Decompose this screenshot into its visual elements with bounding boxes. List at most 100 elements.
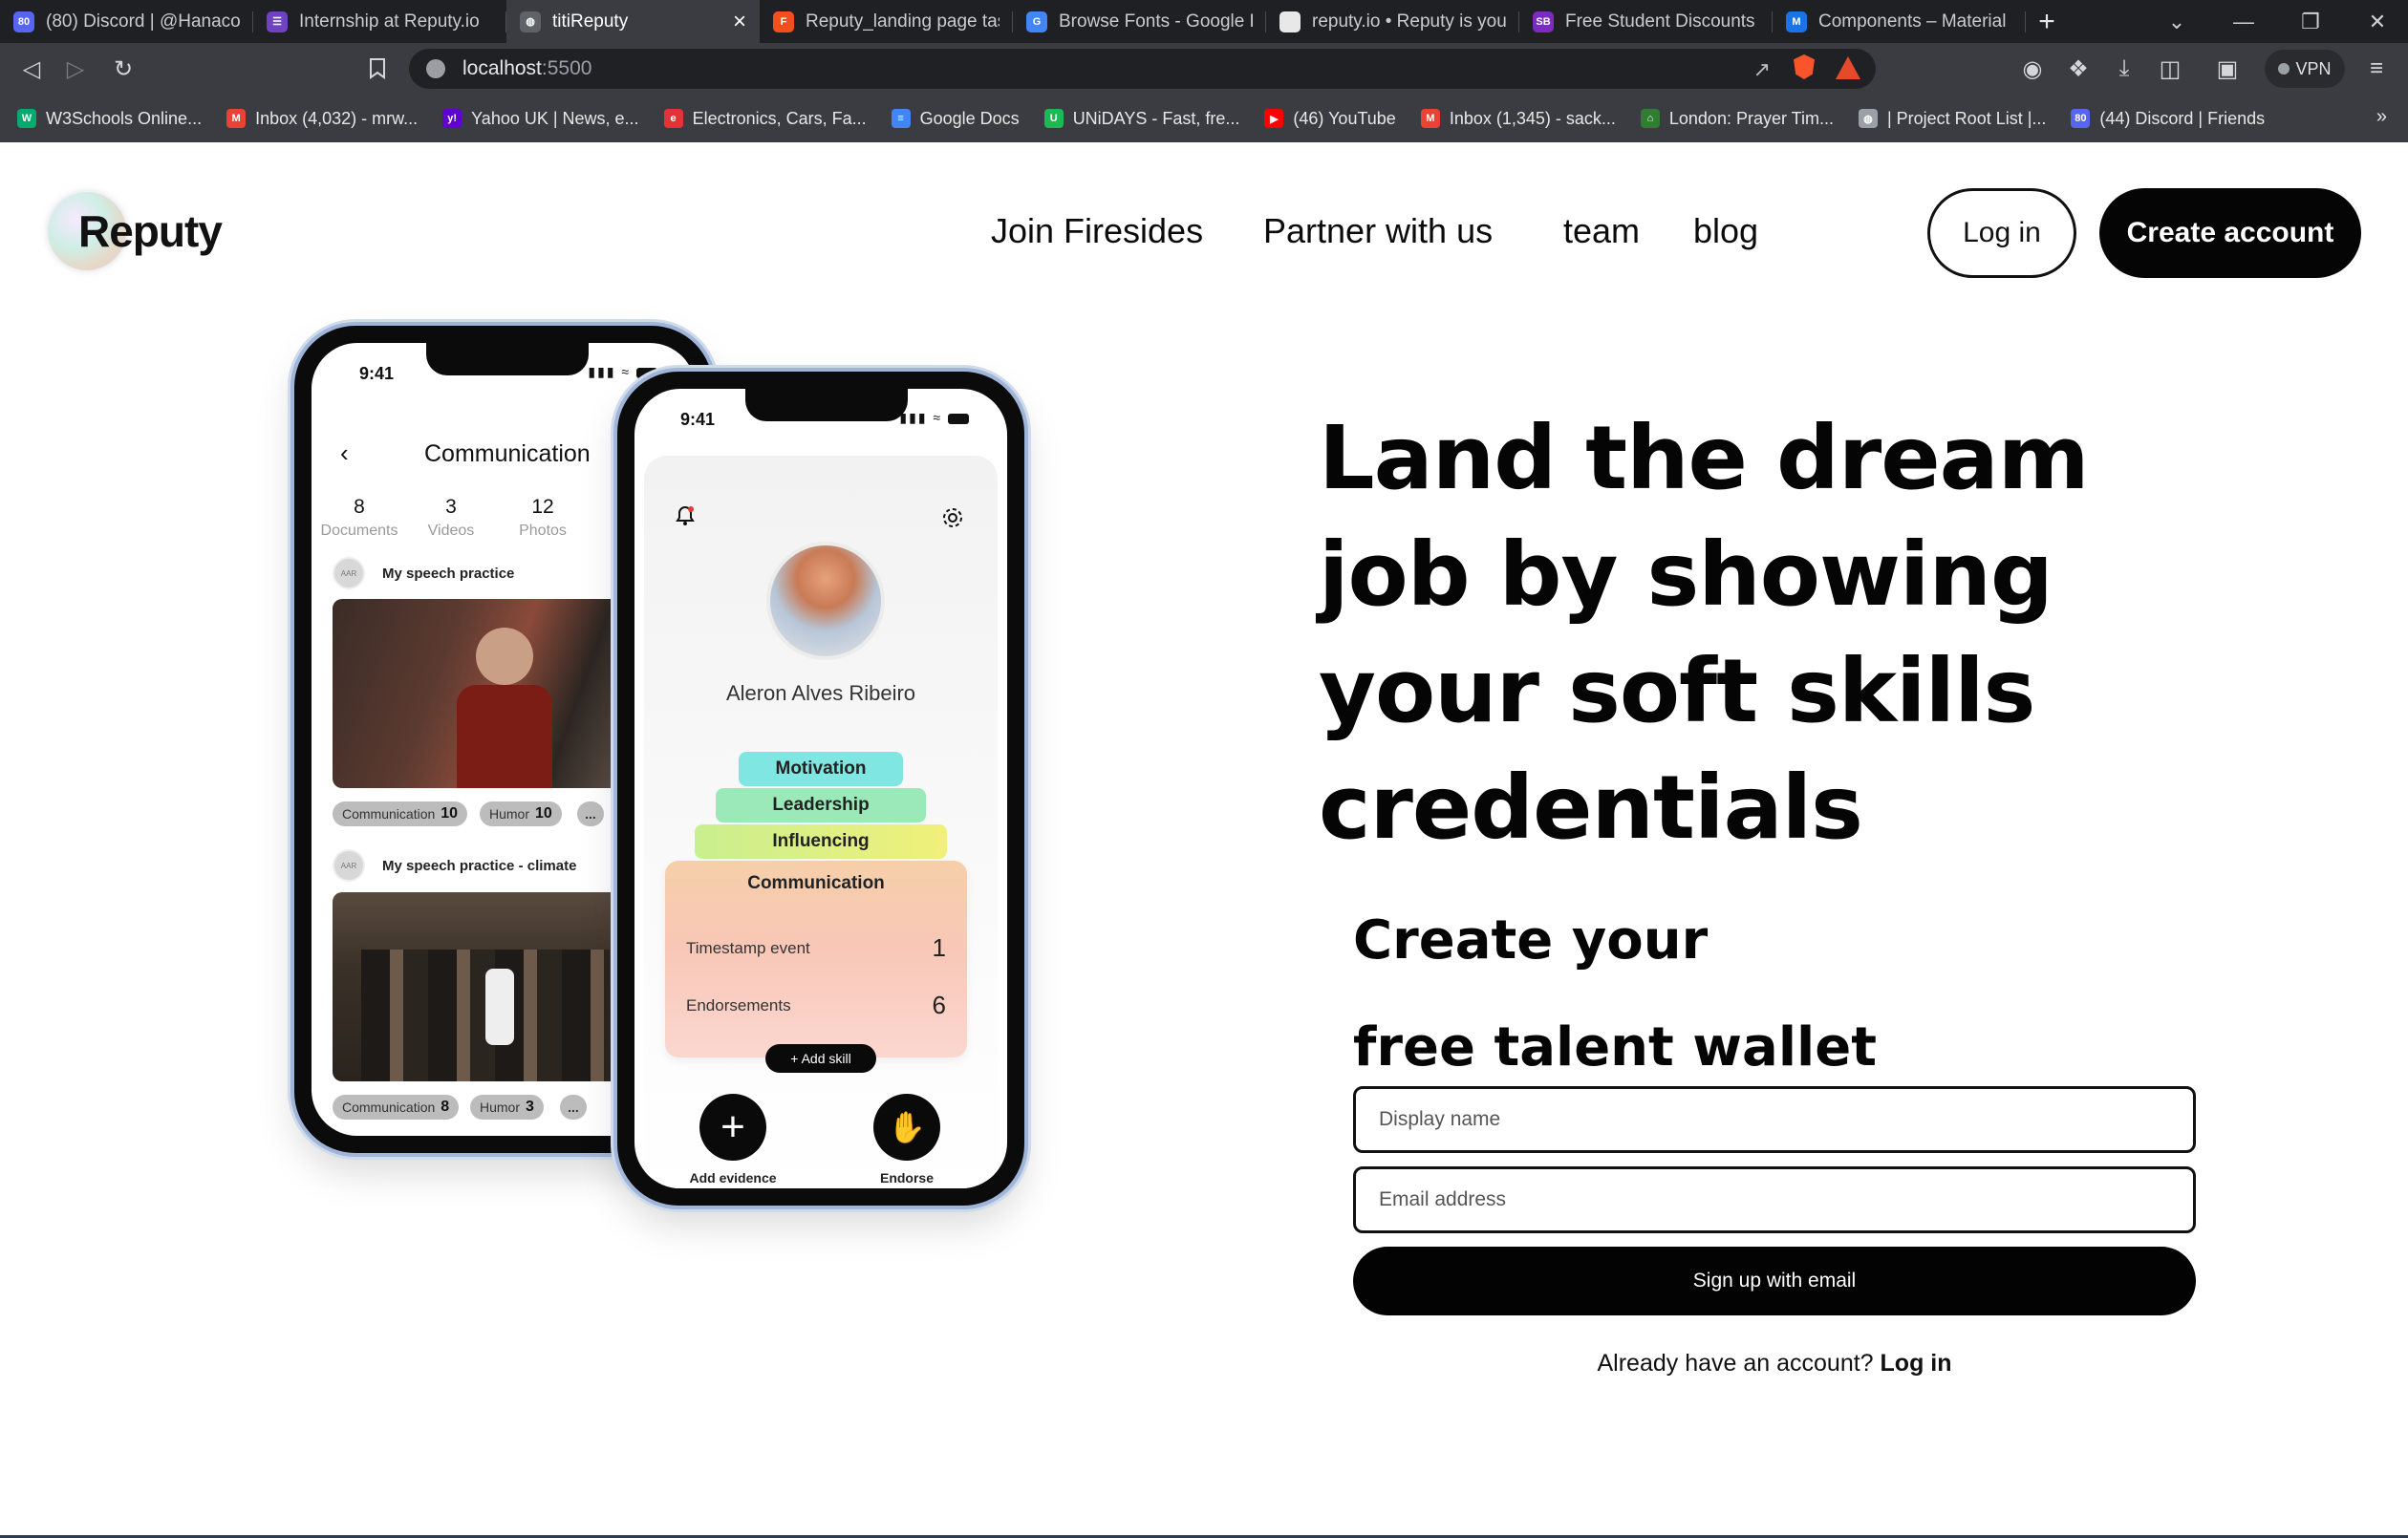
bookmark-label: Inbox (4,032) - mrw... <box>255 108 419 128</box>
bookmark-item[interactable]: W W3Schools Online... <box>17 109 202 129</box>
avatar: AAR <box>333 849 365 882</box>
card-row-timestamp: Timestamp event 1 <box>686 933 946 963</box>
tab-separator <box>2025 11 2026 32</box>
skill-chip[interactable]: Humor 3 <box>470 1095 544 1120</box>
phone-mockup-profile: 9:41 ▮▮▮ ≈ Aleron Alves Ribeiro Motivati… <box>617 372 1024 1206</box>
profile-avatar[interactable] <box>766 542 885 660</box>
bookmark-item[interactable]: ⌂ London: Prayer Tim... <box>1640 108 1834 129</box>
bookmark-label: (44) Discord | Friends <box>2099 108 2266 128</box>
bookmark-label: Google Docs <box>919 108 1020 128</box>
bookmark-label: W3Schools Online... <box>46 108 203 128</box>
gear-icon[interactable] <box>940 505 965 530</box>
skill-chip[interactable]: Humor 10 <box>480 801 562 826</box>
tab-favicon-icon: ◍ <box>520 11 541 32</box>
nav-blog[interactable]: blog <box>1693 211 1758 251</box>
bookmark-item[interactable]: M Inbox (4,032) - mrw... <box>226 109 418 129</box>
avatar: AAR <box>333 557 365 589</box>
post-title: My speech practice - climate <box>382 857 577 874</box>
sidebar-toggle-icon[interactable]: ◫ <box>2154 53 2186 85</box>
more-chips-button[interactable]: ... <box>577 801 604 826</box>
nav-team[interactable]: team <box>1563 211 1640 251</box>
brave-rewards-icon[interactable] <box>1836 56 1860 79</box>
add-evidence-button[interactable]: + <box>699 1094 766 1161</box>
chip-label: Communication <box>342 806 436 822</box>
menu-icon[interactable]: ≡ <box>2360 53 2393 85</box>
bookmark-item[interactable]: ◍ | Project Root List |... <box>1858 109 2046 129</box>
bookmark-label: London: Prayer Tim... <box>1668 108 1834 128</box>
login-link[interactable]: Log in <box>1881 1350 1952 1377</box>
tab-search-chevron-icon[interactable]: ⌄ <box>2148 0 2205 43</box>
bookmark-icon[interactable] <box>361 53 394 85</box>
address-bar[interactable]: localhost:5500 ↗ <box>409 49 1876 89</box>
create-account-button[interactable]: Create account <box>2099 188 2361 278</box>
chip-label: Humor <box>480 1100 521 1115</box>
reload-icon[interactable]: ↻ <box>107 53 140 85</box>
browser-tab[interactable]: 80 (80) Discord | @Hanacode <box>0 0 253 43</box>
bookmarks-overflow-icon[interactable]: » <box>2376 106 2387 128</box>
brave-shields-icon[interactable] <box>1794 54 1815 79</box>
browser-tab[interactable]: ☰ Internship at Reputy.io <box>253 0 506 43</box>
close-window-button[interactable]: ✕ <box>2349 0 2406 43</box>
browser-tab[interactable]: SB Free Student Discounts | V <box>1519 0 1773 43</box>
more-chips-button[interactable]: ... <box>560 1095 587 1120</box>
stat-documents: 8 Documents <box>312 496 407 540</box>
stat-label: Photos <box>519 523 567 539</box>
endorse-button[interactable]: ✋ <box>873 1094 940 1161</box>
restore-button[interactable]: ❐ <box>2282 0 2339 43</box>
bookmark-item[interactable]: ≡ Google Docs <box>891 108 1020 129</box>
climate-group-photo[interactable] <box>333 892 638 1081</box>
back-arrow-icon[interactable]: ‹ <box>340 438 349 468</box>
skill-motivation[interactable]: Motivation <box>739 752 903 786</box>
close-tab-icon[interactable]: × <box>733 9 746 35</box>
nav-join-firesides[interactable]: Join Firesides <box>991 211 1203 251</box>
signup-email-button[interactable]: Sign up with email <box>1353 1247 2196 1315</box>
post-header: AAR My speech practice - climate <box>333 849 576 882</box>
extensions-puzzle-icon[interactable]: ❖ <box>2062 53 2095 85</box>
skill-chip[interactable]: Communication 10 <box>333 801 468 826</box>
chip-count: 10 <box>441 805 459 822</box>
display-name-input[interactable]: Display name <box>1353 1086 2196 1153</box>
email-input[interactable]: Email address <box>1353 1166 2196 1233</box>
bookmark-item[interactable]: 80 (44) Discord | Friends <box>2071 109 2265 129</box>
minimize-button[interactable]: — <box>2215 0 2272 43</box>
bookmark-item[interactable]: U UNiDAYS - Fast, fre... <box>1043 109 1239 129</box>
share-icon[interactable]: ↗ <box>1753 57 1771 82</box>
add-skill-button[interactable]: + Add skill <box>765 1044 876 1073</box>
row-label: Timestamp event <box>686 938 810 957</box>
landing-page: Reputy Join Firesides Partner with us te… <box>0 142 2408 1538</box>
brand-logo[interactable]: Reputy <box>48 192 223 270</box>
forward-icon[interactable]: ▷ <box>59 53 92 85</box>
wallet-icon[interactable]: ▣ <box>2211 53 2244 85</box>
browser-tab[interactable]: G Browse Fonts - Google Fonts <box>1013 0 1266 43</box>
browser-tab[interactable]: F Reputy_landing page task <box>760 0 1013 43</box>
bookmark-item[interactable]: M Inbox (1,345) - sack... <box>1420 109 1616 129</box>
bookmark-item[interactable]: ▶ (46) YouTube <box>1264 109 1396 129</box>
site-info-icon[interactable] <box>426 59 445 78</box>
login-button[interactable]: Log in <box>1927 188 2076 278</box>
bell-icon[interactable] <box>675 505 696 526</box>
browser-tab[interactable]: reputy.io • Reputy is your <box>1266 0 1519 43</box>
cta-heading-line1: Create your <box>1353 909 1709 972</box>
browser-tab[interactable]: ◍ titiReputy × <box>506 0 760 43</box>
nav-partner-with-us[interactable]: Partner with us <box>1263 211 1493 251</box>
tab-favicon-icon: G <box>1026 11 1047 32</box>
new-tab-button[interactable]: + <box>2026 0 2068 43</box>
chip-count: 3 <box>526 1099 534 1115</box>
skill-influencing[interactable]: Influencing <box>695 824 947 859</box>
extension-icon[interactable]: ◉ <box>2016 53 2049 85</box>
person-white-dress-shape <box>485 969 514 1045</box>
vpn-button[interactable]: VPN <box>2265 50 2345 88</box>
skill-leadership[interactable]: Leadership <box>716 788 926 822</box>
back-icon[interactable]: ◁ <box>15 53 48 85</box>
bookmark-favicon-icon: y! <box>442 109 462 128</box>
bookmark-item[interactable]: e Electronics, Cars, Fa... <box>663 109 867 129</box>
phone-notch <box>745 389 908 421</box>
skill-chip[interactable]: Communication 8 <box>333 1095 460 1120</box>
download-icon[interactable]: ⤓ <box>2108 53 2140 85</box>
browser-tab[interactable]: M Components – Material De <box>1773 0 2026 43</box>
add-evidence-label: Add evidence <box>689 1170 777 1186</box>
speech-photo[interactable] <box>333 599 638 788</box>
clap-hand-icon: ✋ <box>888 1110 926 1144</box>
communication-skill-card[interactable]: Communication Timestamp event 1 Endorseme… <box>665 861 967 1057</box>
bookmark-item[interactable]: y! Yahoo UK | News, e... <box>442 109 639 129</box>
